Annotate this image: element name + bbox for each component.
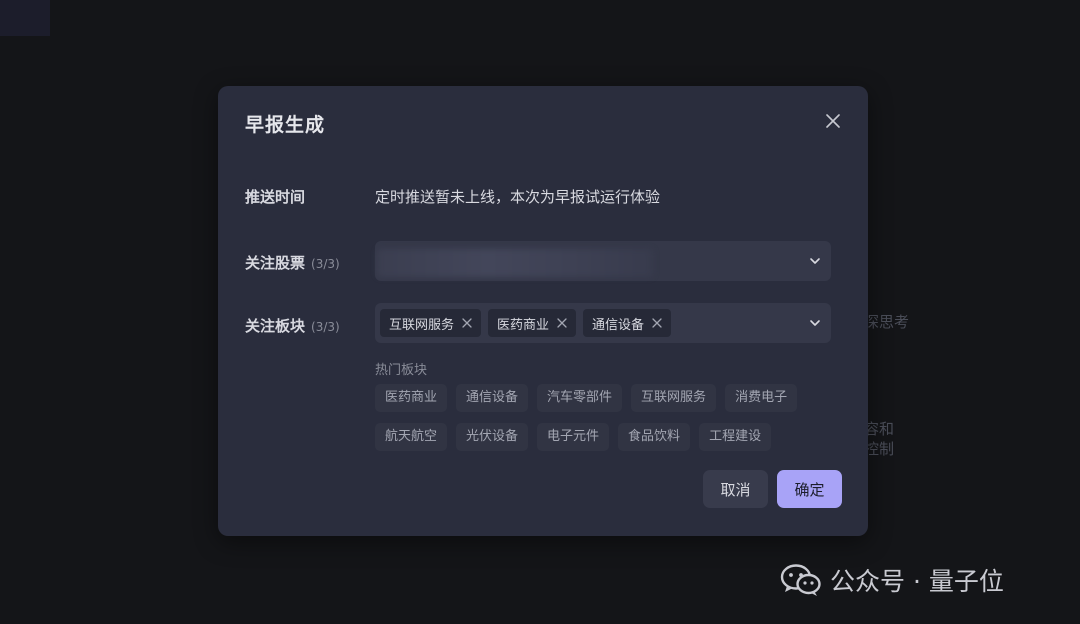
push-time-label: 推送时间 bbox=[245, 188, 306, 206]
hot-sectors-title: 热门板块 bbox=[375, 363, 428, 378]
hot-sector-chip[interactable]: 通信设备 bbox=[456, 384, 529, 412]
background-text: 控制 bbox=[864, 440, 895, 458]
chevron-down-icon bbox=[810, 320, 820, 326]
blurred-stock-value bbox=[377, 249, 653, 277]
stocks-count: (3/3) bbox=[311, 257, 340, 271]
background-text: 容和 bbox=[864, 420, 895, 438]
hot-sector-chip[interactable]: 电子元件 bbox=[537, 423, 610, 451]
background-text: 深思考 bbox=[864, 313, 910, 331]
hot-sectors-row: 医药商业 通信设备 汽车零部件 互联网服务 消费电子 bbox=[375, 384, 798, 412]
watermark-text: 公众号 · 量子位 bbox=[830, 567, 1004, 596]
wechat-icon bbox=[780, 564, 821, 596]
selected-tag: 通信设备 bbox=[583, 309, 672, 337]
watermark: 公众号 · 量子位 bbox=[780, 562, 1004, 598]
hot-sector-chip[interactable]: 航天航空 bbox=[375, 423, 448, 451]
sectors-count: (3/3) bbox=[311, 320, 340, 334]
confirm-button[interactable]: 确定 bbox=[777, 470, 842, 508]
remove-tag-icon[interactable] bbox=[557, 318, 567, 328]
hot-sector-chip[interactable]: 汽车零部件 bbox=[537, 384, 623, 412]
page: 深思考 容和 控制 早报生成 推送时间 定时推送暂未上线，本次为早报试运行体验 … bbox=[0, 0, 1080, 624]
hot-sector-chip[interactable]: 食品饮料 bbox=[618, 423, 691, 451]
stocks-select[interactable] bbox=[375, 241, 831, 281]
morning-report-modal: 早报生成 推送时间 定时推送暂未上线，本次为早报试运行体验 关注股票 (3/3) … bbox=[218, 86, 868, 536]
hot-sector-chip[interactable]: 消费电子 bbox=[725, 384, 798, 412]
close-icon bbox=[826, 114, 840, 128]
selected-tags: 互联网服务 医药商业 通信设备 bbox=[380, 309, 672, 337]
tag-label: 医药商业 bbox=[497, 317, 550, 333]
push-time-note: 定时推送暂未上线，本次为早报试运行体验 bbox=[375, 188, 661, 206]
close-button[interactable] bbox=[818, 106, 848, 136]
hot-sector-chip[interactable]: 医药商业 bbox=[375, 384, 448, 412]
sidebar-corner bbox=[0, 0, 50, 36]
hot-sector-chip[interactable]: 互联网服务 bbox=[631, 384, 717, 412]
modal-title: 早报生成 bbox=[245, 114, 326, 136]
sectors-label: 关注板块 (3/3) bbox=[245, 315, 340, 336]
tag-label: 通信设备 bbox=[592, 317, 645, 333]
hot-sector-chip[interactable]: 工程建设 bbox=[699, 423, 772, 451]
stocks-label-text: 关注股票 bbox=[245, 254, 306, 272]
tag-label: 互联网服务 bbox=[389, 317, 455, 333]
sectors-select[interactable]: 互联网服务 医药商业 通信设备 bbox=[375, 303, 831, 343]
cancel-button[interactable]: 取消 bbox=[703, 470, 768, 508]
selected-tag: 互联网服务 bbox=[380, 309, 482, 337]
hot-sectors-row: 航天航空 光伏设备 电子元件 食品饮料 工程建设 bbox=[375, 423, 772, 451]
chevron-down-icon bbox=[810, 258, 820, 264]
stocks-label: 关注股票 (3/3) bbox=[245, 252, 340, 273]
sectors-label-text: 关注板块 bbox=[245, 317, 306, 335]
remove-tag-icon[interactable] bbox=[652, 318, 662, 328]
remove-tag-icon[interactable] bbox=[462, 318, 472, 328]
hot-sector-chip[interactable]: 光伏设备 bbox=[456, 423, 529, 451]
selected-tag: 医药商业 bbox=[488, 309, 577, 337]
